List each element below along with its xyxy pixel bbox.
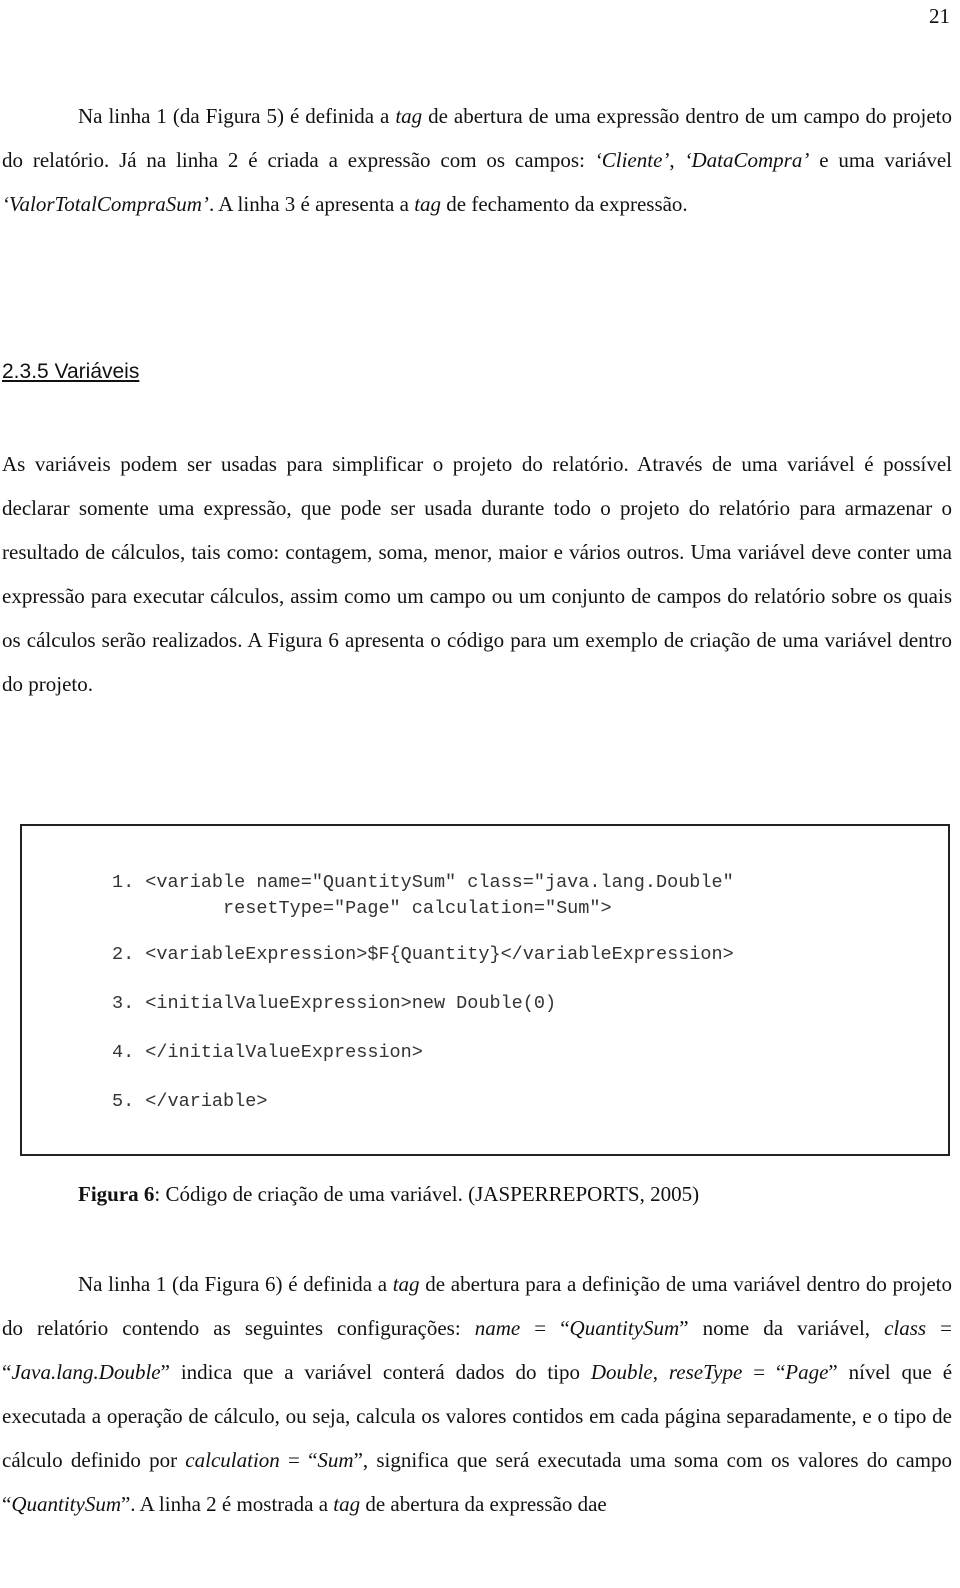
italic-term: Java.lang.Double	[11, 1360, 161, 1384]
italic-term: class	[884, 1316, 927, 1340]
section-heading: 2.3.5 Variáveis	[2, 360, 140, 383]
code-figure-box: 1. <variable name="QuantitySum" class="j…	[20, 824, 950, 1156]
figure-caption-text: : Código de criação de uma variável. (JA…	[154, 1182, 700, 1206]
italic-term: ‘DataCompra’	[684, 148, 810, 172]
page-number: 21	[929, 4, 950, 28]
text-run: de fechamento da expressão.	[441, 192, 688, 216]
text-run: = “	[742, 1360, 786, 1384]
italic-term: Page	[785, 1360, 829, 1384]
text-run: ”. A linha 2 é mostrada a	[120, 1492, 334, 1516]
italic-term: reseType	[668, 1360, 743, 1384]
italic-term: QuantitySum	[11, 1492, 121, 1516]
paragraph-figure6-description: Na linha 1 (da Figura 6) é definida a ta…	[2, 1262, 952, 1526]
text-run: Na linha 1 (da Figura 5) é definida a	[78, 104, 396, 128]
italic-term: QuantitySum	[569, 1316, 680, 1340]
code-line: 5. </variable>	[112, 1091, 268, 1112]
text-run: = “	[520, 1316, 570, 1340]
text-run: de abertura da expressão dae	[360, 1492, 607, 1516]
code-line: 1. <variable name="QuantitySum" class="j…	[112, 872, 734, 893]
code-line: 2. <variableExpression>$F{Quantity}</var…	[112, 944, 734, 965]
italic-term: Sum	[317, 1448, 354, 1472]
code-line: 4. </initialValueExpression>	[112, 1042, 423, 1063]
italic-term: tag	[333, 1492, 361, 1516]
italic-term: ‘ValorTotalCompraSum’	[2, 192, 209, 216]
text-run: ” indica que a variável conterá dados do…	[160, 1360, 591, 1384]
italic-term: calculation	[185, 1448, 280, 1472]
paragraph-figure5-description: Na linha 1 (da Figura 5) é definida a ta…	[2, 94, 952, 226]
italic-term: tag	[392, 1272, 420, 1296]
text-run: ” nome da variável,	[679, 1316, 885, 1340]
text-run: ,	[652, 1360, 669, 1384]
italic-term: name	[474, 1316, 521, 1340]
figure-label: Figura 6	[78, 1182, 155, 1206]
text-run: = “	[279, 1448, 318, 1472]
text-run: e uma variável	[809, 148, 953, 172]
text-run: Na linha 1 (da Figura 6) é definida a	[78, 1272, 393, 1296]
code-line: resetType="Page" calculation="Sum">	[112, 898, 612, 919]
text-run: ,	[669, 148, 685, 172]
figure-caption: Figura 6: Código de criação de uma variá…	[78, 1182, 699, 1207]
text-run: . A linha 3 é apresenta a	[208, 192, 415, 216]
code-line: 3. <initialValueExpression>new Double(0)	[112, 993, 557, 1014]
italic-term: tag	[414, 192, 442, 216]
italic-term: Double	[590, 1360, 653, 1384]
italic-term: tag	[395, 104, 423, 128]
italic-term: ‘Cliente’	[594, 148, 670, 172]
paragraph-variables-intro: As variáveis podem ser usadas para simpl…	[2, 452, 952, 696]
